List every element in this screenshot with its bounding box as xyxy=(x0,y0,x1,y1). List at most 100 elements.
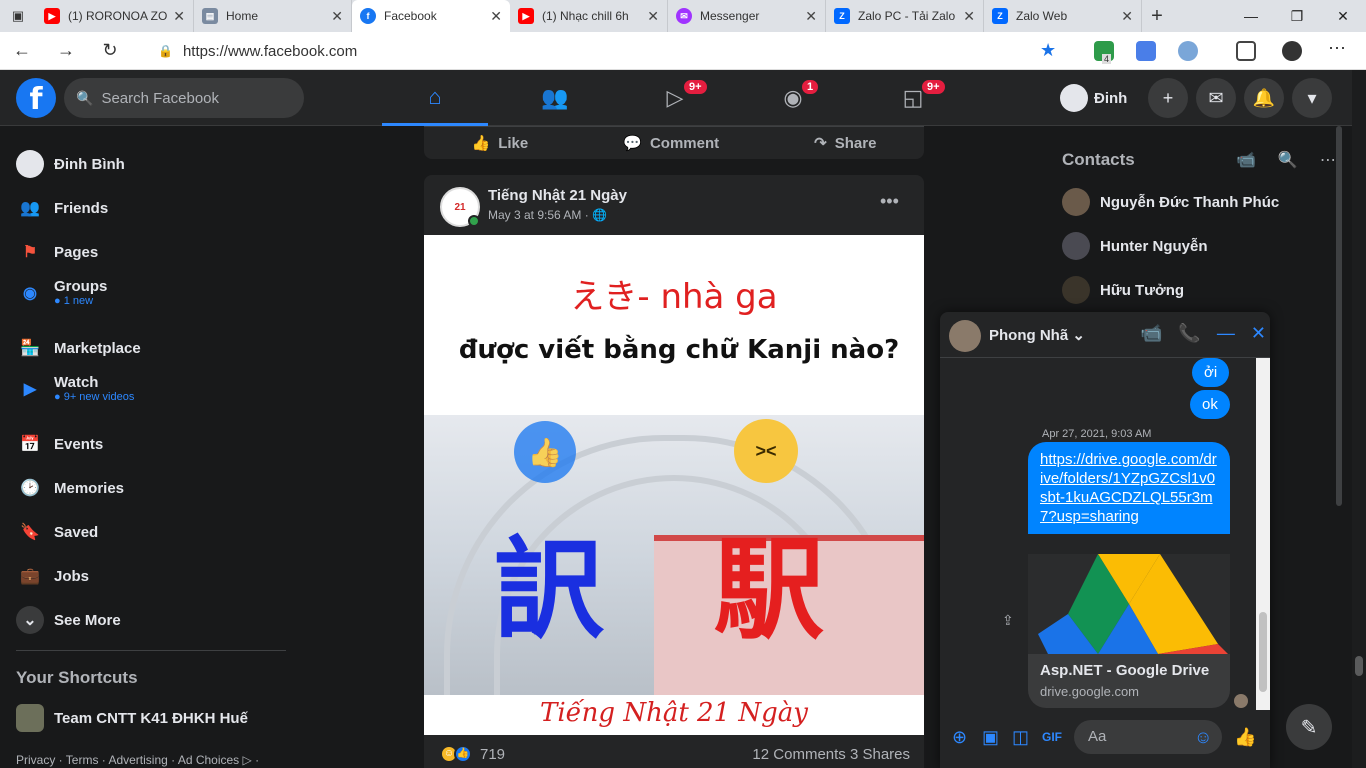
close-tab-icon[interactable]: ✕ xyxy=(805,8,817,25)
sidebar-item-jobs[interactable]: 💼 Jobs xyxy=(16,562,89,590)
translate-icon[interactable] xyxy=(1136,41,1156,61)
account-menu-button[interactable]: ▾ xyxy=(1292,78,1332,118)
browser-tab-3[interactable]: f Facebook ✕ xyxy=(352,0,510,32)
messenger-button[interactable]: ✉ xyxy=(1196,78,1236,118)
chat-header: Phong Nhã ⌄ 📹 📞 — ✕ xyxy=(940,312,1270,358)
browser-tab-2[interactable]: ▤ Home ✕ xyxy=(194,0,352,32)
video-call-icon[interactable]: 📹 xyxy=(1140,323,1162,344)
browser-tab-6[interactable]: Z Zalo PC - Tải Zalo ✕ xyxy=(826,0,984,32)
message-link[interactable]: https://drive.google.com/drive/folders/1… xyxy=(1028,442,1230,534)
sidebar-item-groups[interactable]: ◉ Groups ● 1 new xyxy=(16,278,107,307)
contacts-scrollbar[interactable] xyxy=(1336,126,1342,506)
contact-item[interactable]: Nguyễn Đức Thanh Phúc xyxy=(1062,188,1279,216)
chat-contact-name[interactable]: Phong Nhã ⌄ xyxy=(989,326,1085,344)
browser-tab-4[interactable]: ▶ (1) Nhạc chill 6h ✕ xyxy=(510,0,668,32)
collections-icon[interactable] xyxy=(1236,41,1256,61)
close-tab-icon[interactable]: ✕ xyxy=(647,8,659,25)
sidebar-see-more[interactable]: ⌄ See More xyxy=(16,606,121,634)
link-preview[interactable]: Asp.NET - Google Drive drive.google.com xyxy=(1028,554,1230,708)
more-options-icon[interactable]: ••• xyxy=(880,191,899,212)
chat-scrollbar[interactable] xyxy=(1256,358,1270,710)
extension-icon[interactable] xyxy=(1178,41,1198,61)
share-button[interactable]: ↷ Share xyxy=(814,134,876,153)
close-window-icon[interactable]: ✕ xyxy=(1320,0,1366,32)
search-input[interactable]: 🔍 Search Facebook xyxy=(64,78,304,118)
address-bar: ← → ↻ 🔒 https://www.facebook.com ★ 4 ⋯ xyxy=(0,32,1366,70)
emoji-icon[interactable]: ☺ xyxy=(1194,727,1212,748)
new-tab-button[interactable]: + xyxy=(1142,5,1172,28)
share-icon[interactable]: ⇪ xyxy=(1002,612,1014,629)
sidebar-item-events[interactable]: 📅 Events xyxy=(16,430,103,458)
nav-watch[interactable]: ▷ 9+ xyxy=(622,70,728,126)
reaction-count[interactable]: 719 xyxy=(480,746,505,763)
tab-actions-icon[interactable]: ▣ xyxy=(0,0,36,32)
minimize-icon[interactable]: — xyxy=(1217,323,1235,344)
nav-gaming[interactable]: ◱ 9+ xyxy=(860,70,966,126)
scrollbar-thumb[interactable] xyxy=(1259,612,1267,692)
post-author[interactable]: Tiếng Nhật 21 Ngày xyxy=(488,187,627,204)
close-tab-icon[interactable]: ✕ xyxy=(1121,8,1133,25)
nav-home[interactable]: ⌂ xyxy=(382,70,488,126)
reactions-summary[interactable]: ☺ 👍 xyxy=(440,745,472,763)
more-options-icon[interactable]: ⋯ xyxy=(1320,150,1336,170)
close-icon[interactable]: ✕ xyxy=(1251,323,1266,344)
facebook-logo-icon[interactable]: f xyxy=(16,78,56,118)
browser-menu-icon[interactable]: ⋯ xyxy=(1328,38,1346,59)
avatar[interactable] xyxy=(949,320,981,352)
contact-item[interactable]: Hữu Tưởng xyxy=(1062,276,1184,304)
sticker-icon[interactable]: ◫ xyxy=(1012,727,1029,748)
create-button[interactable]: + xyxy=(1148,78,1188,118)
favorite-star-icon[interactable]: ★ xyxy=(1040,40,1056,61)
close-tab-icon[interactable]: ✕ xyxy=(490,8,502,25)
lock-icon[interactable]: 🔒 xyxy=(158,44,173,58)
scrollbar-thumb[interactable] xyxy=(1355,656,1363,676)
gif-icon[interactable]: GIF xyxy=(1042,730,1062,744)
group-avatar xyxy=(16,704,44,732)
nav-groups[interactable]: ◉ 1 xyxy=(740,70,846,126)
comment-button[interactable]: 💬 Comment xyxy=(623,134,719,153)
sidebar-item-watch[interactable]: ▶ Watch ● 9+ new videos xyxy=(16,374,135,403)
search-icon[interactable]: 🔍 xyxy=(1278,150,1298,170)
video-room-icon[interactable]: 📹 xyxy=(1236,150,1256,170)
close-tab-icon[interactable]: ✕ xyxy=(963,8,975,25)
photo-icon[interactable]: ▣ xyxy=(982,727,999,748)
comment-icon: 💬 xyxy=(623,135,642,152)
new-message-button[interactable]: ✎ xyxy=(1286,704,1332,750)
profile-button[interactable]: Đinh xyxy=(1060,82,1127,114)
sidebar-item-marketplace[interactable]: 🏪 Marketplace xyxy=(16,334,141,362)
back-icon[interactable]: ← xyxy=(0,40,44,61)
profile-icon[interactable] xyxy=(1282,41,1302,61)
minimize-icon[interactable]: — xyxy=(1228,0,1274,32)
like-button[interactable]: 👍 Like xyxy=(472,134,529,153)
close-tab-icon[interactable]: ✕ xyxy=(331,8,343,25)
plus-circle-icon[interactable]: ⊕ xyxy=(952,727,967,748)
browser-tab-1[interactable]: ▶ (1) RORONOA ZO ✕ xyxy=(36,0,194,32)
thumbs-up-icon[interactable]: 👍 xyxy=(1234,727,1256,748)
footer-links[interactable]: Privacy · Terms · Advertising · Ad Choic… xyxy=(16,753,259,767)
post-timestamp[interactable]: May 3 at 9:56 AM · 🌐 xyxy=(488,208,607,222)
browser-tab-7[interactable]: Z Zalo Web ✕ xyxy=(984,0,1142,32)
restore-icon[interactable]: ❐ xyxy=(1274,0,1320,32)
sidebar-item-memories[interactable]: 🕑 Memories xyxy=(16,474,124,502)
sidebar-item-saved[interactable]: 🔖 Saved xyxy=(16,518,98,546)
browser-tab-5[interactable]: ✉ Messenger ✕ xyxy=(668,0,826,32)
post-image[interactable]: えき- nhà ga được viết bằng chữ Kanji nào?… xyxy=(424,235,924,735)
phone-icon[interactable]: 📞 xyxy=(1178,323,1200,344)
message-bubble[interactable]: ok xyxy=(1190,390,1230,419)
friends-icon: 👥 xyxy=(20,200,40,217)
comments-shares-count[interactable]: 12 Comments 3 Shares xyxy=(752,746,910,763)
url-field[interactable]: 🔒 https://www.facebook.com xyxy=(146,36,1072,66)
sidebar-item-profile[interactable]: Đinh Bình xyxy=(16,150,125,178)
contact-item[interactable]: Hunter Nguyễn xyxy=(1062,232,1208,260)
refresh-icon[interactable]: ↻ xyxy=(88,40,132,61)
shortcut-item[interactable]: Team CNTT K41 ĐHKH Huế xyxy=(16,704,248,732)
sidebar-item-friends[interactable]: 👥 Friends xyxy=(16,194,108,222)
close-tab-icon[interactable]: ✕ xyxy=(173,8,185,25)
sidebar-item-pages[interactable]: ⚑ Pages xyxy=(16,238,98,266)
page-scrollbar[interactable] xyxy=(1352,70,1366,768)
notifications-button[interactable]: 🔔 xyxy=(1244,78,1284,118)
groups-icon: ◉ xyxy=(23,284,37,302)
forward-icon[interactable]: → xyxy=(44,40,88,61)
message-bubble[interactable]: ởi xyxy=(1192,358,1230,387)
nav-friends[interactable]: 👥 xyxy=(502,70,608,126)
